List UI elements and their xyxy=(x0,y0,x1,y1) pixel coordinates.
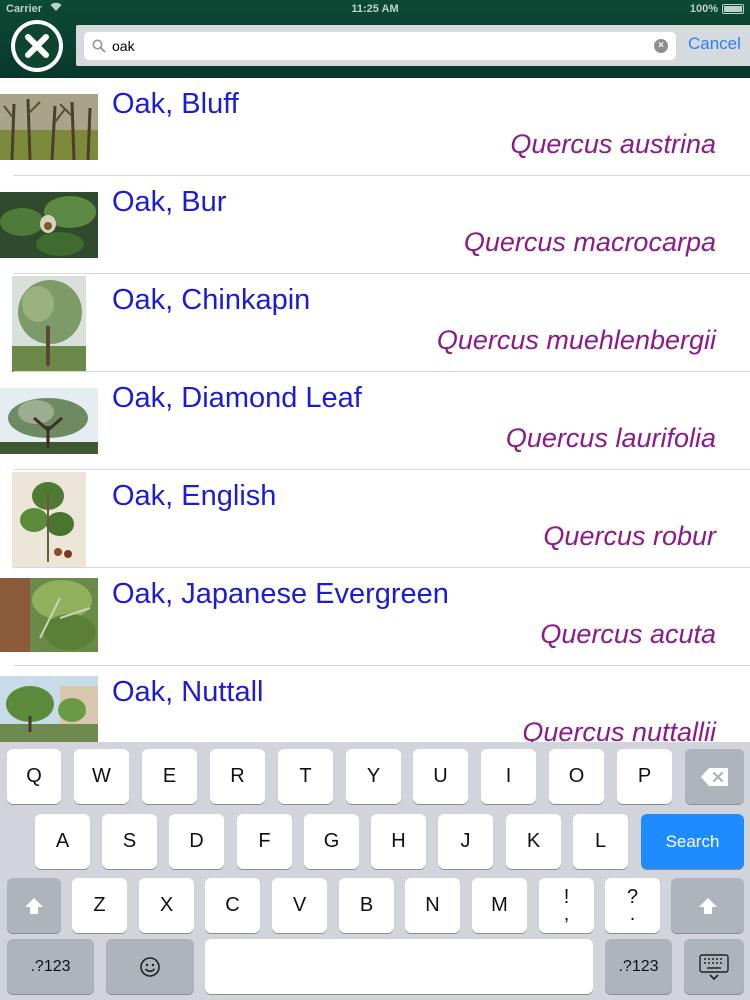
battery-icon xyxy=(722,4,744,14)
common-name: Oak, Bluff xyxy=(112,88,239,120)
common-name: Oak, Chinkapin xyxy=(112,284,311,316)
japanese-evergreen-oak-thumbnail xyxy=(0,578,98,652)
key-o[interactable]: O xyxy=(549,749,604,804)
key-q[interactable]: Q xyxy=(7,749,61,804)
common-name: Oak, Nuttall xyxy=(112,676,264,708)
key-w[interactable]: W xyxy=(74,749,129,804)
list-item[interactable]: Oak, Diamond Leaf Quercus laurifolia xyxy=(0,372,750,470)
key-g[interactable]: G xyxy=(304,814,359,869)
key-y[interactable]: Y xyxy=(346,749,401,804)
list-item[interactable]: Oak, Nuttall Quercus nuttallii xyxy=(0,666,750,742)
status-bar: Carrier 11:25 AM 100% xyxy=(0,0,750,20)
key-b[interactable]: B xyxy=(339,878,394,933)
common-name: Oak, Bur xyxy=(112,186,227,218)
space-bar[interactable] xyxy=(205,939,593,994)
list-item[interactable]: Oak, Bluff Quercus austrina xyxy=(0,78,750,176)
key-bottom-char: . xyxy=(629,902,636,925)
search-input[interactable] xyxy=(112,35,642,57)
numbers-key-left[interactable]: .?123 xyxy=(7,939,94,994)
list-item[interactable]: Oak, Bur Quercus macrocarpa xyxy=(0,176,750,274)
shift-icon xyxy=(25,897,43,914)
clock-label: 11:25 AM xyxy=(351,3,399,15)
bluff-oak-thumbnail xyxy=(0,94,98,160)
list-item[interactable]: Oak, English Quercus robur xyxy=(0,470,750,568)
search-field[interactable]: × xyxy=(84,32,676,60)
keyboard-dismiss-key[interactable] xyxy=(684,939,744,994)
common-name: Oak, Japanese Evergreen xyxy=(112,578,449,610)
keyboard-dismiss-icon xyxy=(699,953,729,980)
list-item[interactable]: Oak, Chinkapin Quercus muehlenbergii xyxy=(0,274,750,372)
key-exclaim-comma[interactable]: !, xyxy=(539,878,594,933)
header-bar: Carrier 11:25 AM 100% × Cancel xyxy=(0,0,750,78)
common-name: Oak, English xyxy=(112,480,277,512)
cancel-button[interactable]: Cancel xyxy=(688,34,741,54)
close-button[interactable] xyxy=(11,20,63,72)
scientific-name: Quercus acuta xyxy=(540,619,716,649)
key-x[interactable]: X xyxy=(139,878,194,933)
key-a[interactable]: A xyxy=(35,814,90,869)
scientific-name: Quercus macrocarpa xyxy=(463,227,716,257)
close-x-icon xyxy=(15,24,59,68)
scientific-name: Quercus robur xyxy=(543,521,716,551)
key-m[interactable]: M xyxy=(472,878,527,933)
clear-text-icon[interactable]: × xyxy=(654,39,668,53)
scientific-name: Quercus austrina xyxy=(510,129,716,159)
scientific-name: Quercus laurifolia xyxy=(505,423,716,453)
chinkapin-oak-thumbnail xyxy=(12,276,86,372)
search-icon xyxy=(92,39,106,53)
search-key[interactable]: Search xyxy=(641,814,744,869)
nuttall-oak-thumbnail xyxy=(0,676,98,742)
shift-icon xyxy=(698,897,717,914)
key-e[interactable]: E xyxy=(142,749,197,804)
key-s[interactable]: S xyxy=(102,814,157,869)
common-name: Oak, Diamond Leaf xyxy=(112,382,362,414)
key-d[interactable]: D xyxy=(169,814,224,869)
key-u[interactable]: U xyxy=(413,749,468,804)
key-l[interactable]: L xyxy=(573,814,628,869)
scientific-name: Quercus nuttallii xyxy=(522,717,716,742)
key-f[interactable]: F xyxy=(237,814,292,869)
key-j[interactable]: J xyxy=(438,814,493,869)
list-item[interactable]: Oak, Japanese Evergreen Quercus acuta xyxy=(0,568,750,666)
key-n[interactable]: N xyxy=(405,878,460,933)
shift-key-right[interactable] xyxy=(671,878,744,933)
key-z[interactable]: Z xyxy=(72,878,127,933)
search-bar: × Cancel xyxy=(76,25,750,66)
key-k[interactable]: K xyxy=(506,814,561,869)
backspace-icon xyxy=(700,767,728,786)
backspace-key[interactable] xyxy=(685,749,744,804)
key-v[interactable]: V xyxy=(272,878,327,933)
key-p[interactable]: P xyxy=(617,749,672,804)
bur-oak-thumbnail xyxy=(0,192,98,258)
key-i[interactable]: I xyxy=(481,749,536,804)
shift-key-left[interactable] xyxy=(7,878,61,933)
emoji-key[interactable] xyxy=(106,939,194,994)
results-list: Oak, Bluff Quercus austrina Oak, Bur Que… xyxy=(0,78,750,742)
key-t[interactable]: T xyxy=(278,749,333,804)
key-h[interactable]: H xyxy=(371,814,426,869)
key-r[interactable]: R xyxy=(210,749,265,804)
battery-percent: 100% xyxy=(689,3,718,15)
key-bottom-char: , xyxy=(563,902,570,925)
numbers-key-right[interactable]: .?123 xyxy=(605,939,672,994)
on-screen-keyboard: Q W E R T Y U I O P A S D F G H J K L Se… xyxy=(0,742,750,1000)
key-question-period[interactable]: ?. xyxy=(605,878,660,933)
diamond-leaf-oak-thumbnail xyxy=(0,388,98,454)
scientific-name: Quercus muehlenbergii xyxy=(436,325,716,355)
english-oak-thumbnail xyxy=(12,472,86,568)
key-c[interactable]: C xyxy=(205,878,260,933)
emoji-icon xyxy=(140,956,160,977)
